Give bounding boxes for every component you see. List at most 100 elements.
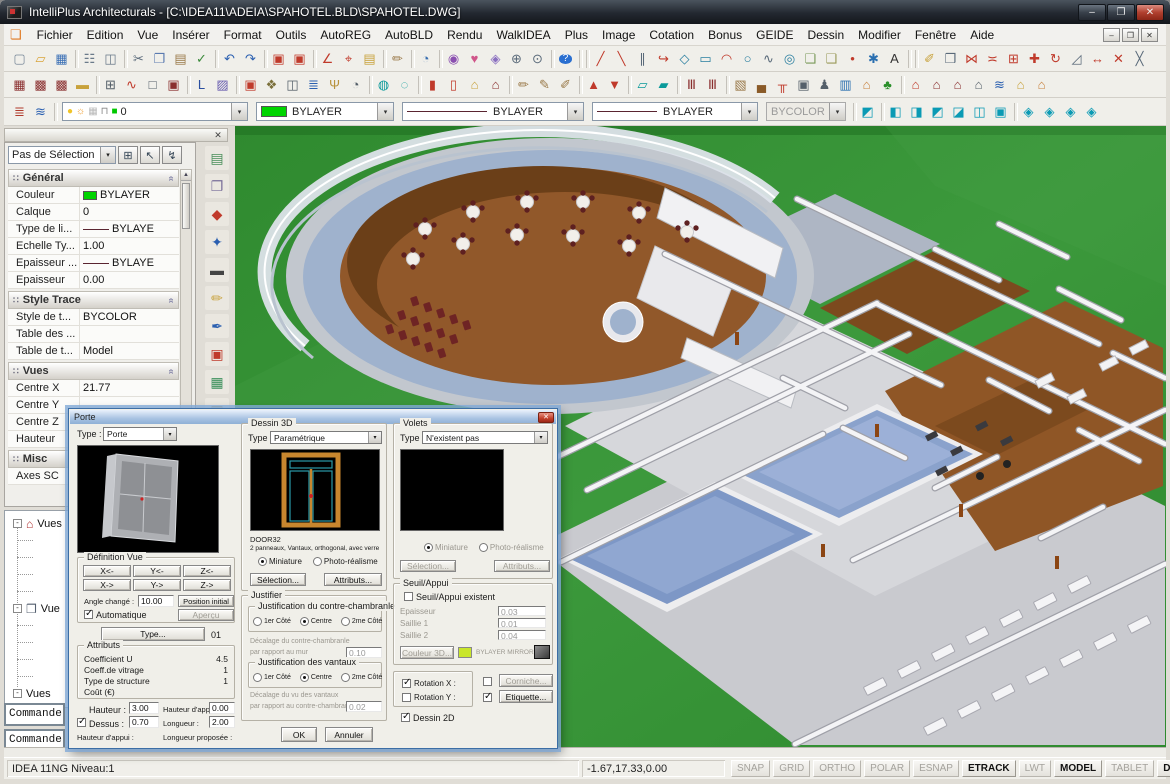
layers-stack-icon[interactable]: ≣ xyxy=(303,75,324,95)
slab-edit-icon[interactable]: ▰ xyxy=(653,75,674,95)
property-value[interactable]: BYCOLOR xyxy=(80,309,179,325)
create-block-icon[interactable]: ❑ xyxy=(821,49,842,69)
box-3d-icon[interactable]: ◫ xyxy=(282,75,303,95)
menu-fichier[interactable]: Fichier xyxy=(30,25,80,45)
property-value[interactable] xyxy=(80,326,179,342)
model-toggle[interactable]: MODEL xyxy=(1054,760,1102,777)
volets-type-combo[interactable]: N'existent pas ▾ xyxy=(422,431,548,444)
wall-grid-icon[interactable]: ▦ xyxy=(9,75,30,95)
hauteur-appui-field[interactable] xyxy=(209,702,235,714)
property-value[interactable]: Model xyxy=(80,343,179,359)
menu-aide[interactable]: Aide xyxy=(963,25,1001,45)
furniture-chair-icon[interactable]: ╥ xyxy=(772,75,793,95)
door-edit-icon[interactable]: ▯ xyxy=(443,75,464,95)
appliance-icon[interactable]: ▣ xyxy=(793,75,814,95)
polar-toggle[interactable]: POLAR xyxy=(864,760,910,777)
building-yellow-icon[interactable]: ⌂ xyxy=(1010,75,1031,95)
paint-blue-icon[interactable]: ✒ xyxy=(205,314,229,338)
mdi-close-button[interactable]: ✕ xyxy=(1141,28,1158,42)
title-bar[interactable]: IntelliPlus Architecturals - [C:\IDEA11\… xyxy=(0,0,1170,24)
new-file-icon[interactable]: ▢ xyxy=(9,49,30,69)
cut-icon[interactable]: ✂ xyxy=(128,49,149,69)
seuil-existent-checkbox[interactable] xyxy=(404,592,413,601)
properties-panel-header[interactable]: ✕ xyxy=(4,128,228,142)
lwt-toggle[interactable]: LWT xyxy=(1019,760,1051,777)
building-edit-icon[interactable]: ⌂ xyxy=(926,75,947,95)
person-icon[interactable]: ♟ xyxy=(814,75,835,95)
wall-edit-icon[interactable]: ▩ xyxy=(30,75,51,95)
draw-double-line-icon[interactable]: ∥ xyxy=(632,49,653,69)
tree-icon[interactable]: ♣ xyxy=(877,75,898,95)
hauteur-field[interactable] xyxy=(129,702,159,714)
view-left-icon[interactable]: ◩ xyxy=(927,102,948,122)
angle-field[interactable] xyxy=(138,595,174,607)
draw-line-icon[interactable]: ╱ xyxy=(590,49,611,69)
layer-states-icon[interactable]: ≣ xyxy=(9,102,30,122)
print-preview-icon[interactable]: ◫ xyxy=(100,49,121,69)
menu-rendu[interactable]: Rendu xyxy=(440,25,489,45)
door-icon[interactable]: ▮ xyxy=(422,75,443,95)
justif-radio[interactable]: Centre xyxy=(300,673,332,682)
match-properties-icon[interactable]: ✓ xyxy=(191,49,212,69)
collapse-chevron-icon[interactable]: « xyxy=(166,297,177,303)
layers-waves-icon[interactable]: ≋ xyxy=(989,75,1010,95)
stairs-icon[interactable]: ▧ xyxy=(730,75,751,95)
sketch-pencil-icon[interactable]: ✏ xyxy=(513,75,534,95)
building-grid-icon[interactable]: ⌂ xyxy=(968,75,989,95)
dropdown-arrow-icon[interactable]: ▾ xyxy=(567,103,583,120)
dyn-toggle[interactable]: DYN xyxy=(1157,760,1170,777)
menu-outils[interactable]: Outils xyxy=(269,25,314,45)
grid-toggle[interactable]: GRID xyxy=(773,760,810,777)
level-down-icon[interactable]: ▼ xyxy=(604,75,625,95)
draw-ellipse-icon[interactable]: ◎ xyxy=(779,49,800,69)
position-initial-button[interactable]: Position initial xyxy=(178,595,234,607)
menu-edition[interactable]: Edition xyxy=(80,25,131,45)
menu-modifier[interactable]: Modifier xyxy=(851,25,908,45)
dessus-checkbox[interactable] xyxy=(77,718,86,727)
justif-radio[interactable]: Centre xyxy=(300,617,332,626)
render-edit-icon[interactable]: ▣ xyxy=(205,342,229,366)
etrack-toggle[interactable]: ETRACK xyxy=(962,760,1016,777)
scale-icon[interactable]: ◿ xyxy=(1066,49,1087,69)
dessin-2d-checkbox[interactable] xyxy=(401,713,410,722)
selection-combo[interactable]: Pas de Sélection ▾ xyxy=(8,146,116,164)
text-icon[interactable]: A xyxy=(884,49,905,69)
dropdown-arrow-icon[interactable]: ▾ xyxy=(534,432,547,443)
mdi-minimize-button[interactable]: – xyxy=(1103,28,1120,42)
axis-rotate-button[interactable]: Z-> xyxy=(183,579,231,591)
scrollbar-thumb[interactable] xyxy=(182,183,190,229)
property-value[interactable]: 21.77 xyxy=(80,380,179,396)
structure-tree-icon[interactable]: Ψ xyxy=(324,75,345,95)
tree-expand-icon[interactable]: - xyxy=(13,604,22,613)
scene-copy-icon[interactable]: ❐ xyxy=(205,174,229,198)
objects-3d-icon[interactable]: ❖ xyxy=(261,75,282,95)
menu-plus[interactable]: Plus xyxy=(558,25,595,45)
draw-spline-icon[interactable]: ∿ xyxy=(758,49,779,69)
view-top-icon[interactable]: ◧ xyxy=(885,102,906,122)
window-grid-icon[interactable]: ⊞ xyxy=(100,75,121,95)
rotation-x-checkbox[interactable] xyxy=(402,679,411,688)
menu-format[interactable]: Format xyxy=(217,25,269,45)
erase-icon[interactable]: ✐ xyxy=(919,49,940,69)
view-bottom-icon[interactable]: ◨ xyxy=(906,102,927,122)
level-up-icon[interactable]: ▲ xyxy=(583,75,604,95)
dialog-title-bar[interactable]: Porte ✕ xyxy=(70,410,556,424)
fixture-icon[interactable]: ▥ xyxy=(835,75,856,95)
menu-cotation[interactable]: Cotation xyxy=(642,25,701,45)
linetype-combo[interactable]: BYLAYER ▾ xyxy=(402,102,584,121)
dropdown-arrow-icon[interactable]: ▾ xyxy=(377,103,393,120)
snap-toggle[interactable]: SNAP xyxy=(731,760,770,777)
view-right-icon[interactable]: ◪ xyxy=(948,102,969,122)
wall-dim-icon[interactable]: ▬ xyxy=(72,75,93,95)
couleur-2d-swatch[interactable] xyxy=(534,645,550,659)
monument-icon[interactable]: ⌂ xyxy=(856,75,877,95)
insert-block-icon[interactable]: ❏ xyxy=(800,49,821,69)
railing-icon[interactable]: Ⅲ xyxy=(681,75,702,95)
justif-radio[interactable]: 2me Côté xyxy=(341,617,382,626)
tree-expand-icon[interactable]: - xyxy=(13,519,22,528)
opening-round-icon[interactable]: ◍ xyxy=(373,75,394,95)
mdi-restore-button[interactable]: ❐ xyxy=(1122,28,1139,42)
paste-icon[interactable]: ▤ xyxy=(170,49,191,69)
menu-dessin[interactable]: Dessin xyxy=(800,25,851,45)
house-icon[interactable]: ⌂ xyxy=(485,75,506,95)
